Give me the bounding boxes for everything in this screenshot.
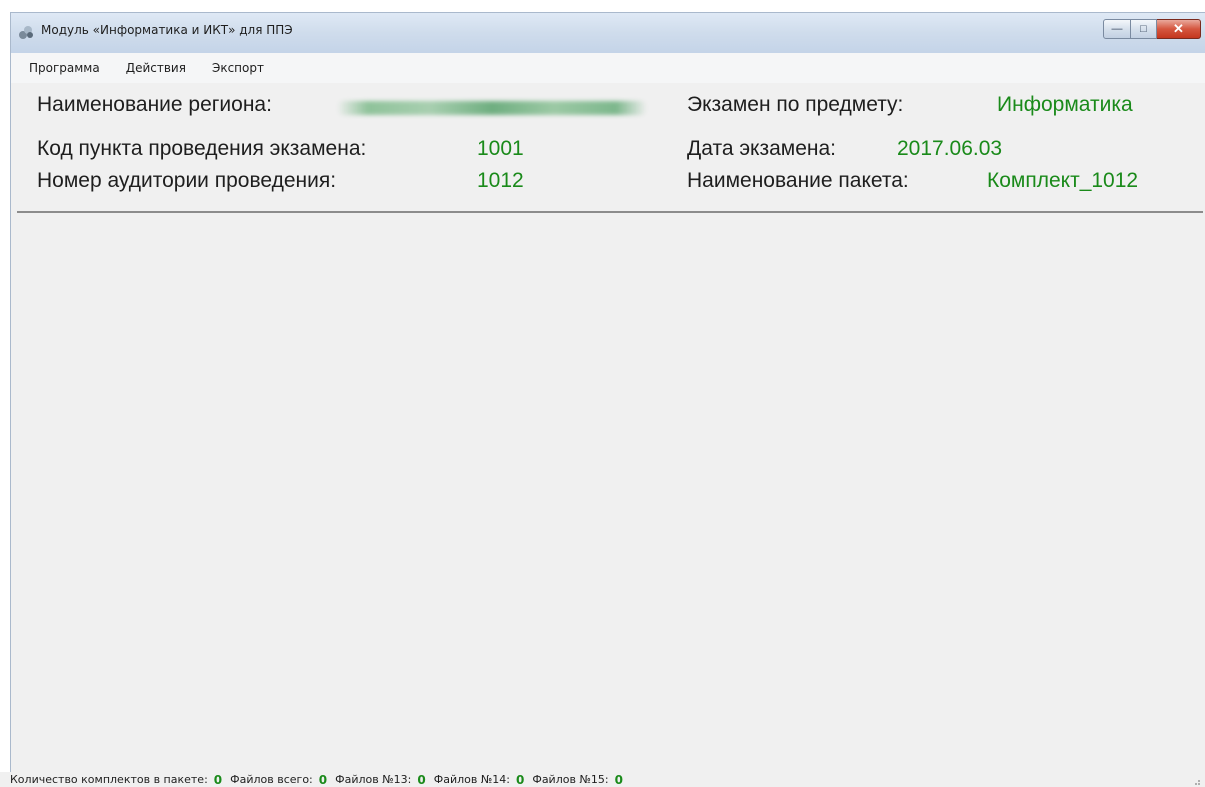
menu-bar: Программа Действия Экспорт bbox=[11, 53, 1205, 83]
exam-subject-value: Информатика bbox=[997, 93, 1133, 116]
ppe-code-value: 1001 bbox=[477, 137, 524, 160]
files-total-label: Файлов всего: bbox=[230, 773, 313, 786]
files15-value: 0 bbox=[614, 772, 623, 787]
close-button[interactable]: ✕ bbox=[1157, 19, 1201, 39]
menu-program[interactable]: Программа bbox=[25, 59, 104, 77]
menu-export[interactable]: Экспорт bbox=[208, 59, 268, 77]
files14-value: 0 bbox=[515, 772, 525, 787]
main-content-area bbox=[17, 215, 1203, 755]
ppe-code-label: Код пункта проведения экзамена: bbox=[37, 137, 367, 160]
maximize-button[interactable]: □ bbox=[1131, 19, 1157, 39]
region-value-redacted bbox=[337, 101, 647, 115]
app-icon bbox=[19, 26, 33, 39]
exam-subject-label: Экзамен по предмету: bbox=[687, 93, 904, 116]
exam-date-value: 2017.06.03 bbox=[897, 137, 1003, 160]
files13-value: 0 bbox=[417, 772, 426, 787]
exam-date-label: Дата экзамена: bbox=[687, 137, 837, 160]
files14-label: Файлов №14: bbox=[433, 773, 510, 786]
window-controls: — □ ✕ bbox=[1103, 19, 1201, 39]
region-label: Наименование региона: bbox=[37, 93, 272, 116]
kits-count-label: Количество комплектов в пакете: bbox=[10, 773, 208, 786]
auditorium-value: 1012 bbox=[477, 169, 524, 192]
package-label: Наименование пакета: bbox=[687, 169, 909, 192]
kits-count-value: 0 bbox=[213, 772, 223, 787]
files-total-value: 0 bbox=[318, 772, 328, 787]
app-window: Модуль «Информатика и ИКТ» для ППЭ — □ ✕… bbox=[10, 12, 1205, 787]
resize-grip-icon[interactable] bbox=[1191, 776, 1201, 786]
status-bar: Количество комплектов в пакете: 0 Файлов… bbox=[0, 772, 1205, 787]
menu-actions[interactable]: Действия bbox=[122, 59, 190, 77]
auditorium-label: Номер аудитории проведения: bbox=[37, 169, 337, 192]
title-bar[interactable]: Модуль «Информатика и ИКТ» для ППЭ — □ ✕ bbox=[11, 13, 1205, 53]
window-title: Модуль «Информатика и ИКТ» для ППЭ bbox=[41, 23, 293, 37]
package-value: Комплект_1012 bbox=[987, 169, 1139, 192]
files15-label: Файлов №15: bbox=[532, 773, 609, 786]
minimize-button[interactable]: — bbox=[1103, 19, 1131, 39]
files13-label: Файлов №13: bbox=[335, 773, 412, 786]
exam-info-panel: Наименование региона: Экзамен по предмет… bbox=[17, 85, 1203, 213]
